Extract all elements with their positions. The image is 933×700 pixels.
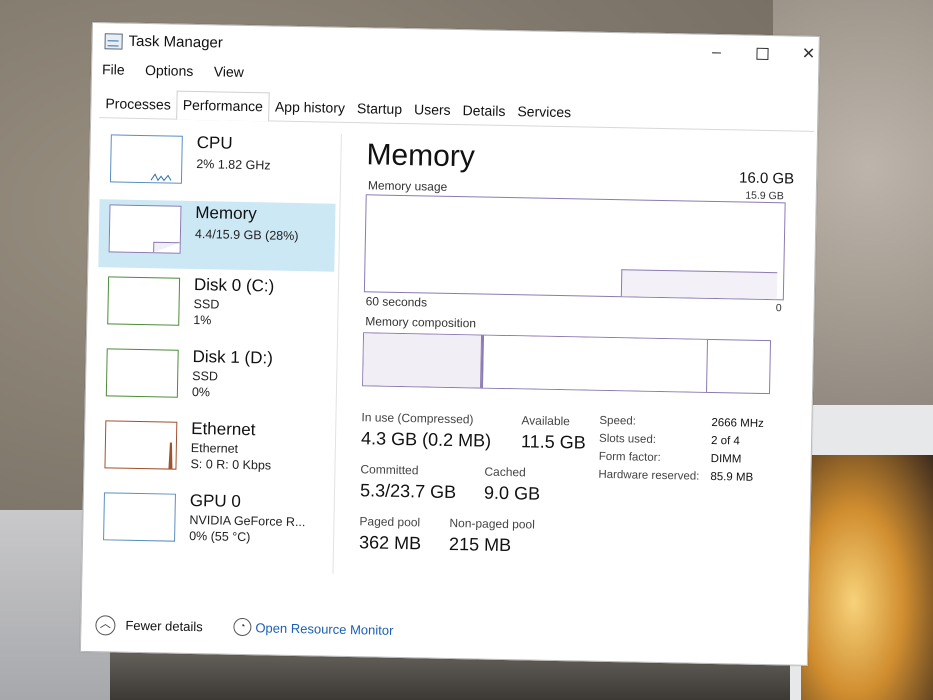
hardware-reserved-label: Hardware reserved: bbox=[598, 468, 700, 483]
memory-thumbnail-graph bbox=[108, 204, 182, 254]
memory-usage-text: 4.4/15.9 GB (28%) bbox=[194, 227, 299, 244]
speed-value: 2666 MHz bbox=[711, 416, 764, 430]
tab-startup[interactable]: Startup bbox=[351, 94, 409, 123]
gpu-usage: 0% (55 °C) bbox=[189, 528, 251, 545]
tab-strip: Processes Performance App history Startup Us… bbox=[99, 89, 815, 132]
tab-performance[interactable]: Performance bbox=[176, 90, 270, 122]
gpu-model: NVIDIA GeForce R... bbox=[189, 512, 306, 530]
menu-bar: File Options View bbox=[102, 61, 260, 86]
ethernet-adapter: Ethernet bbox=[190, 440, 239, 456]
memory-usage-graph bbox=[363, 194, 786, 301]
disk1-label: Disk 1 (D:) bbox=[192, 346, 274, 368]
memory-detail-panel: Memory 16.0 GB Memory usage 15.9 GB 60 s… bbox=[358, 134, 797, 602]
speed-label: Speed: bbox=[599, 414, 636, 428]
cpu-mini-graph bbox=[150, 173, 172, 182]
nonpaged-pool-label: Non-paged pool bbox=[449, 515, 535, 532]
sidebar-item-gpu-0[interactable]: GPU 0 NVIDIA GeForce R... 0% (55 °C) bbox=[93, 487, 330, 560]
composition-free[interactable] bbox=[707, 340, 770, 393]
memory-usage-label: Memory usage bbox=[367, 178, 448, 194]
memory-mini-graph bbox=[153, 241, 180, 253]
cached-value: 9.0 GB bbox=[483, 482, 541, 504]
slots-label: Slots used: bbox=[598, 432, 657, 446]
graph-zero-label: 0 bbox=[775, 302, 782, 315]
sidebar-item-memory[interactable]: Memory 4.4/15.9 GB (28%) bbox=[98, 199, 336, 272]
disk0-type: SSD bbox=[193, 297, 220, 312]
close-button[interactable]: ✕ bbox=[788, 42, 828, 67]
cpu-label: CPU bbox=[196, 133, 233, 153]
disk0-thumbnail-graph bbox=[107, 276, 181, 326]
nonpaged-pool-value: 215 MB bbox=[448, 533, 512, 556]
chevron-up-icon[interactable]: ︿ bbox=[95, 615, 116, 636]
form-factor-value: DIMM bbox=[710, 452, 742, 466]
available-value: 11.5 GB bbox=[520, 431, 586, 453]
sidebar-item-disk-0[interactable]: Disk 0 (C:) SSD 1% bbox=[97, 271, 334, 344]
sidebar-item-ethernet[interactable]: Ethernet Ethernet S: 0 R: 0 Kbps bbox=[94, 415, 331, 488]
tab-services[interactable]: Services bbox=[511, 97, 577, 126]
composition-in-use[interactable] bbox=[363, 333, 483, 388]
form-factor-label: Form factor: bbox=[598, 450, 661, 464]
disk0-usage: 1% bbox=[193, 313, 212, 328]
resource-sidebar: CPU 2% 1.82 GHz Memory 4.4/15.9 GB (28%)… bbox=[92, 129, 342, 574]
task-manager-icon bbox=[104, 33, 123, 50]
paged-pool-value: 362 MB bbox=[358, 532, 422, 554]
menu-view[interactable]: View bbox=[214, 63, 244, 80]
ethernet-throughput: S: 0 R: 0 Kbps bbox=[190, 456, 272, 473]
memory-label: Memory bbox=[195, 203, 257, 224]
in-use-label: In use (Compressed) bbox=[361, 410, 474, 427]
cached-label: Cached bbox=[484, 464, 526, 480]
ethernet-thumbnail-graph bbox=[104, 420, 178, 470]
menu-file[interactable]: File bbox=[102, 61, 125, 77]
maximize-icon bbox=[756, 47, 769, 60]
slots-value: 2 of 4 bbox=[710, 434, 740, 448]
footer-bar: ︿ Fewer details ◔ Open Resource Monitor bbox=[95, 615, 695, 649]
disk1-usage: 0% bbox=[191, 384, 211, 400]
gpu-thumbnail-graph bbox=[103, 492, 176, 542]
tab-processes[interactable]: Processes bbox=[99, 89, 177, 118]
ethernet-mini-graph bbox=[168, 442, 173, 469]
tab-details[interactable]: Details bbox=[456, 96, 511, 125]
tab-users[interactable]: Users bbox=[408, 95, 457, 124]
panel-title: Memory bbox=[366, 138, 476, 174]
total-memory: 16.0 GB bbox=[738, 169, 795, 188]
window-title: Task Manager bbox=[128, 32, 224, 52]
cpu-thumbnail-graph bbox=[109, 134, 183, 184]
task-manager-window: Task Manager – ✕ File Options View Proce… bbox=[79, 22, 820, 666]
maximize-button[interactable] bbox=[742, 41, 782, 66]
available-label: Available bbox=[521, 413, 571, 429]
tab-app-history[interactable]: App history bbox=[269, 92, 352, 122]
minimize-button[interactable]: – bbox=[696, 41, 736, 66]
hardware-reserved-value: 85.9 MB bbox=[710, 470, 754, 484]
disk1-thumbnail-graph bbox=[105, 348, 179, 398]
ethernet-label: Ethernet bbox=[191, 418, 256, 440]
paged-pool-label: Paged pool bbox=[359, 514, 421, 530]
composition-label: Memory composition bbox=[365, 314, 477, 331]
usage-max-label: 15.9 GB bbox=[745, 189, 784, 203]
open-resource-monitor-link[interactable]: Open Resource Monitor bbox=[255, 620, 393, 638]
cpu-usage-text: 2% 1.82 GHz bbox=[196, 157, 271, 173]
background-monitor-screen bbox=[801, 455, 933, 700]
resource-monitor-icon[interactable]: ◔ bbox=[233, 617, 252, 637]
disk1-type: SSD bbox=[192, 368, 219, 384]
disk0-label: Disk 0 (C:) bbox=[193, 275, 275, 296]
composition-standby[interactable] bbox=[483, 335, 709, 392]
sidebar-item-cpu[interactable]: CPU 2% 1.82 GHz bbox=[100, 129, 337, 202]
gpu-label: GPU 0 bbox=[189, 490, 242, 511]
committed-label: Committed bbox=[360, 462, 419, 478]
fewer-details-link[interactable]: Fewer details bbox=[125, 618, 203, 634]
committed-value: 5.3/23.7 GB bbox=[359, 480, 457, 503]
time-span-label: 60 seconds bbox=[365, 294, 428, 310]
in-use-value: 4.3 GB (0.2 MB) bbox=[360, 428, 492, 451]
menu-options[interactable]: Options bbox=[145, 62, 194, 79]
memory-composition-bar bbox=[362, 332, 772, 395]
sidebar-item-disk-1[interactable]: Disk 1 (D:) SSD 0% bbox=[96, 343, 333, 416]
memory-usage-fill bbox=[620, 269, 778, 300]
